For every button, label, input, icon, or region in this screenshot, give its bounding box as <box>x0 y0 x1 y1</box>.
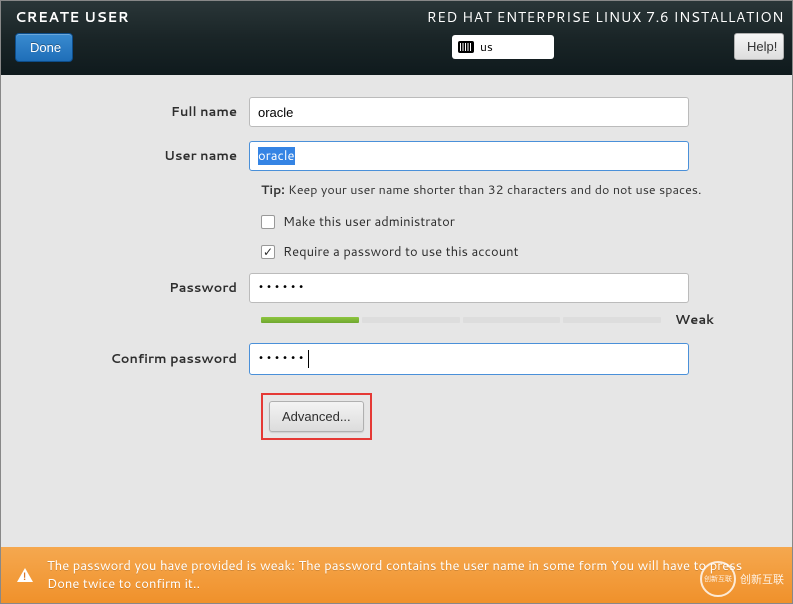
keyboard-layout-text: us <box>480 38 493 55</box>
strength-seg-4 <box>563 317 661 323</box>
strength-seg-3 <box>463 317 561 323</box>
keyboard-layout-indicator[interactable]: us <box>452 35 554 59</box>
full-name-row: Full name <box>21 97 772 127</box>
watermark: 创新互联 创新互联 <box>700 561 784 597</box>
tip-text: Keep your user name shorter than 32 char… <box>285 181 702 199</box>
strength-label: Weak <box>675 311 714 329</box>
header-right: RED HAT ENTERPRISE LINUX 7.6 INSTALLATIO… <box>427 5 784 67</box>
keyboard-icon <box>458 41 474 53</box>
confirm-password-row: Confirm password •••••• <box>21 343 772 375</box>
tip-prefix: Tip: <box>261 181 285 199</box>
confirm-password-value: •••••• <box>258 350 306 368</box>
require-password-label: Require a password to use this account <box>283 243 519 261</box>
require-password-checkbox[interactable] <box>261 245 275 259</box>
make-admin-checkbox[interactable] <box>261 215 275 229</box>
require-password-row: Require a password to use this account <box>261 243 772 261</box>
username-tip: Tip: Keep your user name shorter than 32… <box>261 181 772 199</box>
advanced-highlight: Advanced... <box>261 393 372 440</box>
admin-checkbox-row: Make this user administrator <box>261 213 772 231</box>
strength-seg-2 <box>362 317 460 323</box>
full-name-label: Full name <box>21 103 249 121</box>
watermark-logo: 创新互联 <box>700 561 736 597</box>
warning-icon <box>17 568 33 582</box>
install-title: RED HAT ENTERPRISE LINUX 7.6 INSTALLATIO… <box>427 7 784 27</box>
password-row: Password •••••• <box>21 273 772 303</box>
warning-text: The password you have provided is weak: … <box>47 557 776 593</box>
user-name-label: User name <box>21 147 249 165</box>
make-admin-label: Make this user administrator <box>283 213 455 231</box>
help-button[interactable]: Help! <box>734 33 784 60</box>
user-name-input[interactable]: oracle <box>249 141 689 171</box>
header-left: CREATE USER Done <box>15 5 129 67</box>
text-caret <box>308 350 309 368</box>
password-value: •••••• <box>258 279 306 297</box>
advanced-row: Advanced... <box>261 389 772 440</box>
strength-seg-1 <box>261 317 359 323</box>
full-name-input[interactable] <box>249 97 689 127</box>
confirm-password-label: Confirm password <box>21 350 249 368</box>
header-bar: CREATE USER Done RED HAT ENTERPRISE LINU… <box>1 1 792 75</box>
user-name-row: User name oracle <box>21 141 772 171</box>
done-button[interactable]: Done <box>15 33 73 62</box>
user-name-value: oracle <box>258 147 295 165</box>
header-controls: us Help! <box>452 33 784 60</box>
warning-bar: The password you have provided is weak: … <box>1 547 792 603</box>
form-area: Full name User name oracle Tip: Keep you… <box>1 75 792 460</box>
strength-bar <box>261 317 661 323</box>
watermark-text: 创新互联 <box>740 571 784 587</box>
advanced-button[interactable]: Advanced... <box>269 401 364 432</box>
confirm-password-input[interactable]: •••••• <box>249 343 689 375</box>
confirm-password-wrapper: •••••• <box>249 343 689 375</box>
password-strength: Weak <box>261 311 772 329</box>
password-input[interactable]: •••••• <box>249 273 689 303</box>
page-title: CREATE USER <box>15 7 129 27</box>
password-label: Password <box>21 279 249 297</box>
